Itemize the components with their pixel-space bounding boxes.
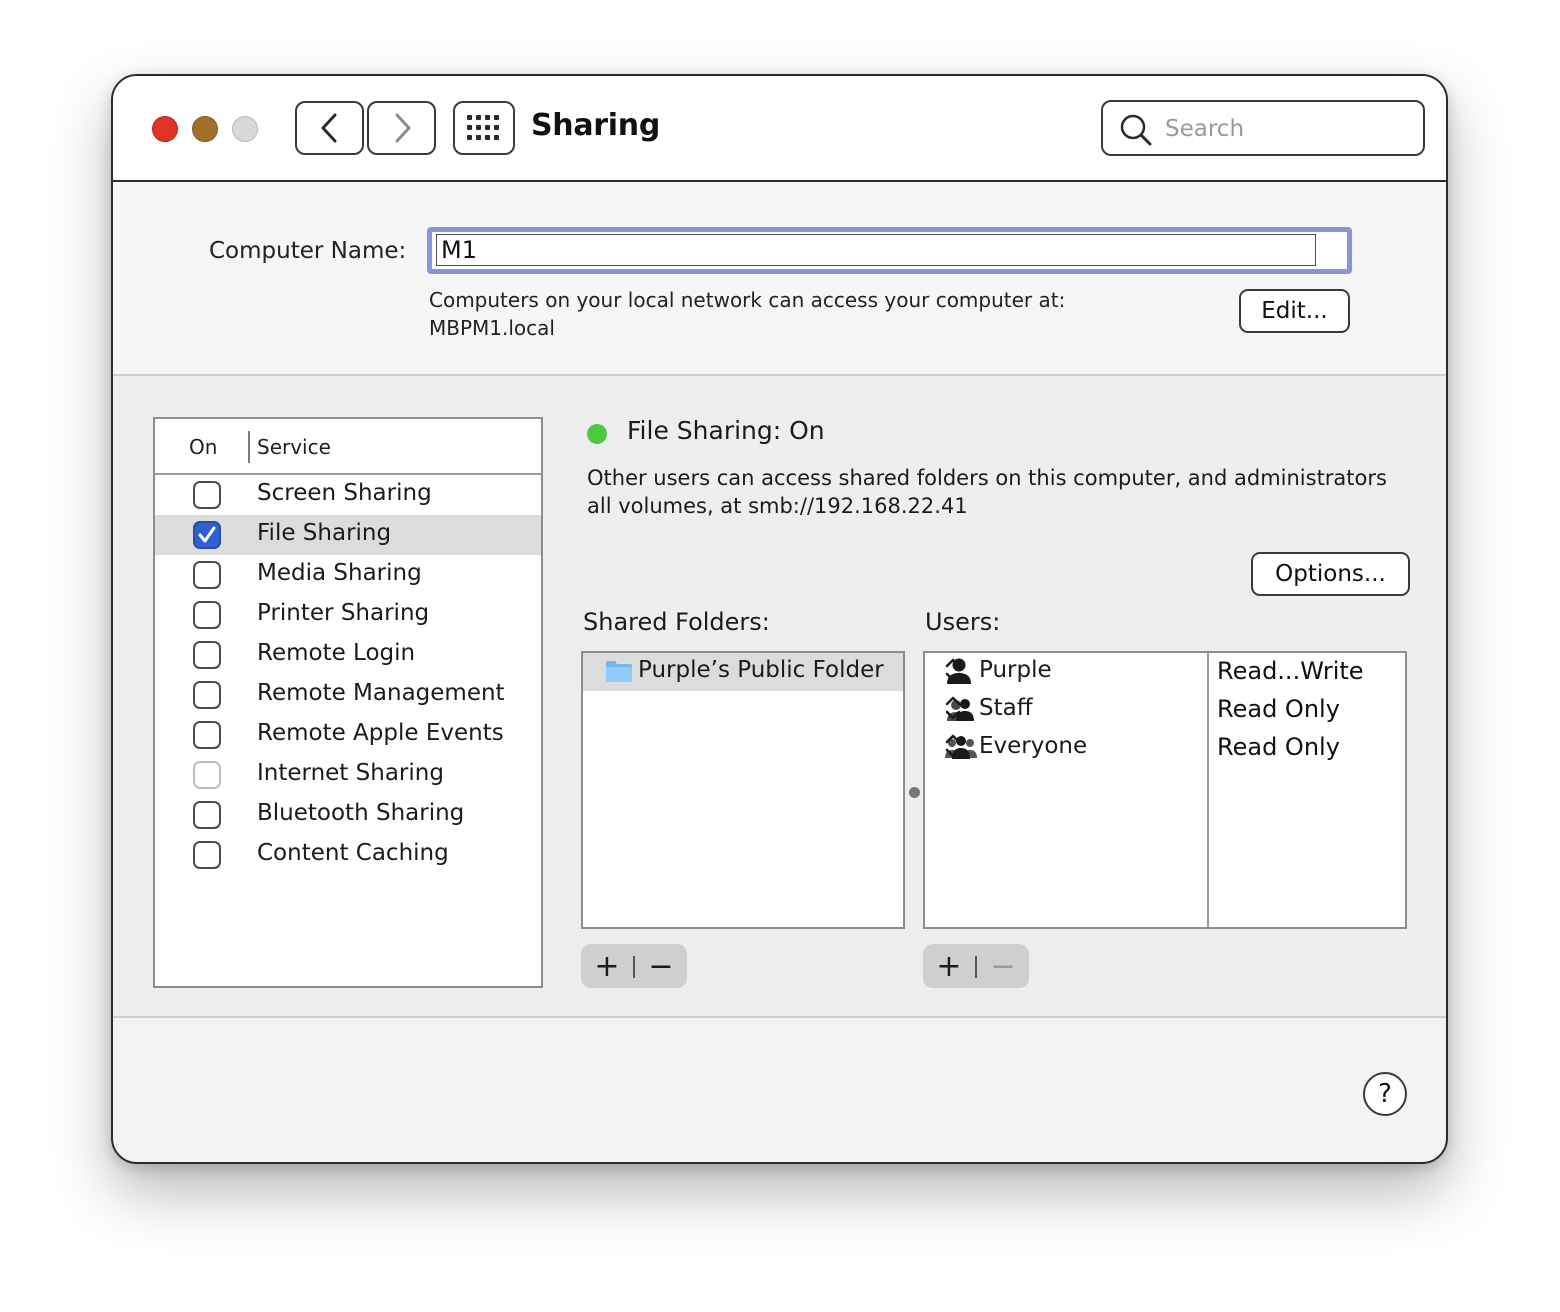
- status-indicator: [587, 424, 607, 444]
- button-divider: [975, 956, 977, 978]
- add-user-button[interactable]: +: [925, 944, 973, 988]
- column-header-service[interactable]: Service: [257, 435, 331, 459]
- user-row-staff[interactable]: Staff Read Only: [925, 691, 1405, 729]
- service-row-bluetooth-sharing[interactable]: Bluetooth Sharing: [155, 795, 541, 835]
- network-address-line: Computers on your local network can acce…: [429, 288, 1066, 312]
- grid-icon: [467, 115, 499, 140]
- shared-folders-list[interactable]: Purple’s Public Folder: [581, 651, 905, 929]
- service-label: Remote Apple Events: [257, 720, 504, 746]
- description-line: all volumes, at smb://192.168.22.41: [587, 494, 968, 518]
- remote-login-checkbox[interactable]: [193, 641, 221, 669]
- service-row-printer-sharing[interactable]: Printer Sharing: [155, 595, 541, 635]
- service-row-remote-management[interactable]: Remote Management: [155, 675, 541, 715]
- shared-folders-add-remove: + −: [581, 944, 687, 988]
- internet-sharing-checkbox[interactable]: [193, 761, 221, 789]
- zoom-button[interactable]: [232, 116, 258, 142]
- shared-folder-row[interactable]: Purple’s Public Folder: [583, 653, 903, 691]
- service-row-remote-apple-events[interactable]: Remote Apple Events: [155, 715, 541, 755]
- service-label: Printer Sharing: [257, 600, 430, 626]
- search-field[interactable]: [1101, 100, 1425, 156]
- folder-icon: [606, 661, 632, 682]
- service-label: Content Caching: [257, 840, 449, 866]
- users-label: Users:: [925, 608, 1001, 636]
- user-row-purple[interactable]: Purple Read...Write: [925, 653, 1405, 691]
- remove-user-button[interactable]: −: [979, 944, 1027, 988]
- remote-apple-events-checkbox[interactable]: [193, 721, 221, 749]
- computer-name-focus-ring: [427, 227, 1352, 274]
- minimize-button[interactable]: [192, 116, 218, 142]
- service-row-screen-sharing[interactable]: Screen Sharing: [155, 475, 541, 515]
- add-folder-button[interactable]: +: [583, 944, 631, 988]
- service-row-file-sharing[interactable]: File Sharing: [155, 515, 541, 555]
- permission-popup[interactable]: Read Only: [1217, 695, 1340, 723]
- show-all-button[interactable]: [453, 101, 515, 155]
- sharing-window: Sharing Computer Name: Computers on your…: [111, 74, 1448, 1164]
- user-row-everyone[interactable]: Everyone Read Only: [925, 729, 1405, 767]
- computer-name-input[interactable]: [436, 234, 1316, 266]
- user-name: Purple: [979, 657, 1052, 683]
- permission-popup[interactable]: Read...Write: [1217, 657, 1364, 685]
- services-panel: On Service Screen Sharing File Sharing M…: [113, 374, 1446, 1018]
- service-row-remote-login[interactable]: Remote Login: [155, 635, 541, 675]
- file-sharing-checkbox[interactable]: [193, 521, 221, 549]
- users-list[interactable]: Purple Read...Write Staff Read Only Ever…: [923, 651, 1407, 929]
- user-name: Staff: [979, 695, 1033, 721]
- service-list-header: On Service: [155, 419, 541, 475]
- checkmark-icon: [198, 526, 216, 543]
- permission-popup[interactable]: Read Only: [1217, 733, 1340, 761]
- service-label: Remote Login: [257, 640, 416, 666]
- screen-sharing-checkbox[interactable]: [193, 481, 221, 509]
- user-name: Everyone: [979, 733, 1088, 759]
- options-button[interactable]: Options...: [1251, 552, 1410, 596]
- help-button[interactable]: ?: [1363, 1072, 1407, 1116]
- users-add-remove: + −: [923, 944, 1029, 988]
- titlebar: Sharing: [113, 76, 1446, 182]
- description-line: Other users can access shared folders on…: [587, 466, 1387, 490]
- chevron-up-down-icon[interactable]: [945, 733, 961, 759]
- chevron-up-down-icon[interactable]: [945, 695, 961, 721]
- button-divider: [633, 956, 635, 978]
- media-sharing-checkbox[interactable]: [193, 561, 221, 589]
- remove-folder-button[interactable]: −: [637, 944, 685, 988]
- search-icon: [1120, 114, 1152, 146]
- service-list[interactable]: On Service Screen Sharing File Sharing M…: [153, 417, 543, 988]
- service-status: File Sharing: On: [627, 416, 825, 445]
- service-label: Bluetooth Sharing: [257, 800, 465, 826]
- network-address-text: Computers on your local network can acce…: [429, 286, 1065, 342]
- service-label: Remote Management: [257, 680, 505, 706]
- service-label: Media Sharing: [257, 560, 422, 586]
- search-input[interactable]: [1163, 110, 1407, 148]
- service-row-media-sharing[interactable]: Media Sharing: [155, 555, 541, 595]
- service-label: Screen Sharing: [257, 480, 432, 506]
- split-view-handle[interactable]: [909, 787, 920, 798]
- shared-folder-name: Purple’s Public Folder: [638, 657, 884, 683]
- service-row-content-caching[interactable]: Content Caching: [155, 835, 541, 875]
- chevron-left-icon: [321, 113, 336, 143]
- close-button[interactable]: [152, 116, 178, 142]
- shared-folders-label: Shared Folders:: [583, 608, 770, 636]
- window-title: Sharing: [531, 108, 661, 143]
- service-row-internet-sharing[interactable]: Internet Sharing: [155, 755, 541, 795]
- local-hostname: MBPM1.local: [429, 316, 555, 340]
- service-label: Internet Sharing: [257, 760, 444, 786]
- column-header-on[interactable]: On: [189, 435, 217, 459]
- back-button[interactable]: [295, 101, 364, 155]
- service-label: File Sharing: [257, 520, 392, 546]
- remote-management-checkbox[interactable]: [193, 681, 221, 709]
- computer-name-section: Computer Name:: [113, 182, 1446, 374]
- bluetooth-sharing-checkbox[interactable]: [193, 801, 221, 829]
- forward-button[interactable]: [367, 101, 436, 155]
- column-divider: [248, 431, 250, 463]
- printer-sharing-checkbox[interactable]: [193, 601, 221, 629]
- chevron-right-icon: [395, 113, 410, 143]
- edit-hostname-button[interactable]: Edit...: [1239, 289, 1350, 333]
- computer-name-label: Computer Name:: [209, 238, 407, 264]
- content-caching-checkbox[interactable]: [193, 841, 221, 869]
- chevron-up-down-icon[interactable]: [945, 657, 961, 683]
- service-description: Other users can access shared folders on…: [587, 464, 1407, 520]
